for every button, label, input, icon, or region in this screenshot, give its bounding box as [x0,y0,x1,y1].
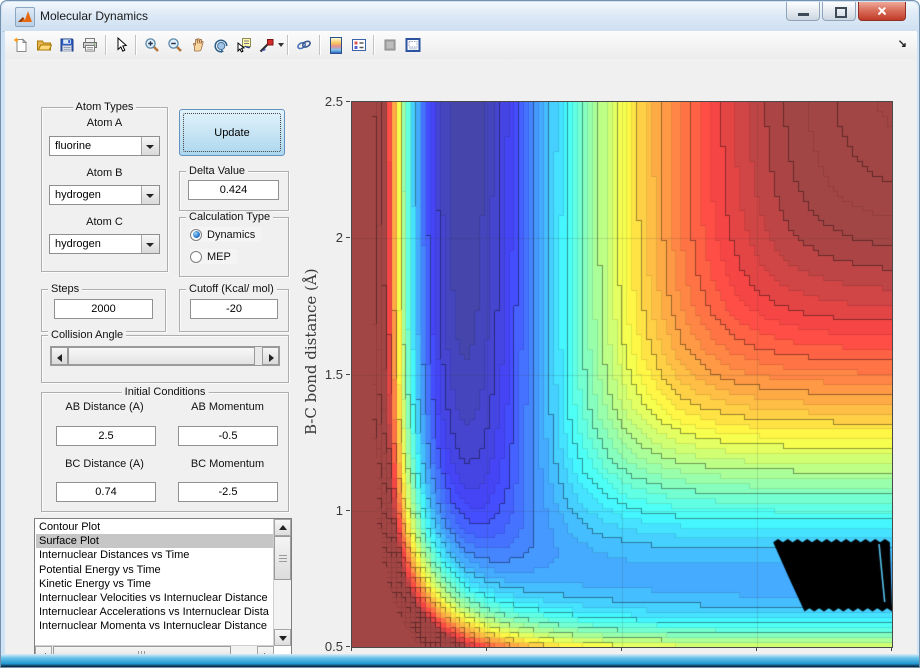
x-tick-mark [621,647,622,651]
toolbar-separator [105,35,107,55]
print-figure-icon[interactable] [80,35,100,55]
y-tick-label: 2 [335,230,343,246]
insert-legend-icon[interactable] [349,35,369,55]
window-title: Molecular Dynamics [40,9,149,23]
show-plot-tools-dock-icon[interactable] [403,35,423,55]
new-figure-icon[interactable] [11,35,31,55]
close-button[interactable] [858,2,906,21]
title-bar[interactable]: Molecular Dynamics [2,2,918,32]
y-tick-label: 2.5 [324,94,343,109]
brush-icon[interactable] [257,35,277,55]
colorbar-gradient [330,36,342,54]
rotate-3d-icon[interactable] [211,35,231,55]
zoom-out-icon[interactable] [165,35,185,55]
matlab-icon [15,7,35,27]
axes-area: B-C bond distance (Å) A-B bond distance … [5,59,917,667]
y-tick-mark [346,237,350,239]
save-figure-icon[interactable] [57,35,77,55]
minimize-button[interactable] [786,2,820,21]
y-tick-mark [346,509,350,511]
y-tick-label: 1 [335,502,343,518]
minimize-icon [798,13,809,16]
toolbar-overflow-arrow[interactable]: ↘ [898,37,907,50]
y-tick-mark [346,373,350,375]
brush-dropdown-caret[interactable] [278,43,284,47]
restore-button[interactable] [822,2,856,21]
y-tick-label: 0.5 [324,639,343,654]
toolbar-separator [135,35,137,55]
x-tick-mark [351,647,352,651]
app-window: Molecular Dynamics ↘ Atom Types Atom A f… [0,0,920,668]
restore-icon [835,7,847,18]
hide-plot-tools-icon[interactable] [380,35,400,55]
open-file-icon[interactable] [34,35,54,55]
zoom-in-icon[interactable] [142,35,162,55]
toolbar-separator [373,35,375,55]
y-tick-mark [346,101,350,102]
link-plot-icon[interactable] [294,35,314,55]
x-tick-mark [486,647,487,651]
window-bottom-frame [1,654,919,667]
toolbar-separator [287,35,289,55]
figure-toolbar: ↘ [5,31,917,60]
y-tick-label: 1.5 [324,366,343,382]
toolbar-separator [319,35,321,55]
edit-plot-cursor-icon[interactable] [111,35,131,55]
y-tick-mark [346,646,350,647]
data-cursor-icon[interactable] [234,35,254,55]
insert-colorbar-icon[interactable] [326,35,346,55]
x-tick-mark [891,647,892,651]
contour-plot-canvas[interactable] [351,101,893,648]
figure-client-area: Atom Types Atom A fluorine Atom B hydrog… [5,59,917,667]
pan-hand-icon[interactable] [188,35,208,55]
x-tick-mark [756,647,757,651]
